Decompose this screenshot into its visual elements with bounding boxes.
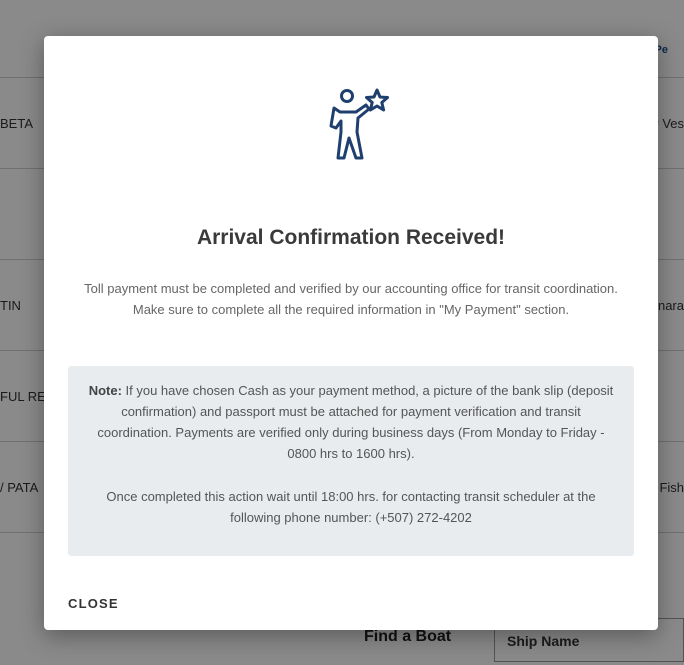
contact-paragraph: Once completed this action wait until 18… (106, 489, 596, 525)
payment-note-box: Note: If you have chosen Cash as your pa… (68, 366, 634, 556)
close-button[interactable]: CLOSE (68, 596, 119, 611)
dialog-title: Arrival Confirmation Received! (196, 226, 506, 249)
note-paragraph: Note: If you have chosen Cash as your pa… (84, 380, 618, 464)
arrival-confirmation-dialog: Arrival Confirmation Received! Toll paym… (44, 36, 658, 630)
person-holding-star-icon (320, 84, 392, 164)
note-text: If you have chosen Cash as your payment … (97, 383, 614, 461)
note-label: Note: (88, 383, 122, 398)
dialog-description: Toll payment must be completed and verif… (84, 281, 618, 317)
